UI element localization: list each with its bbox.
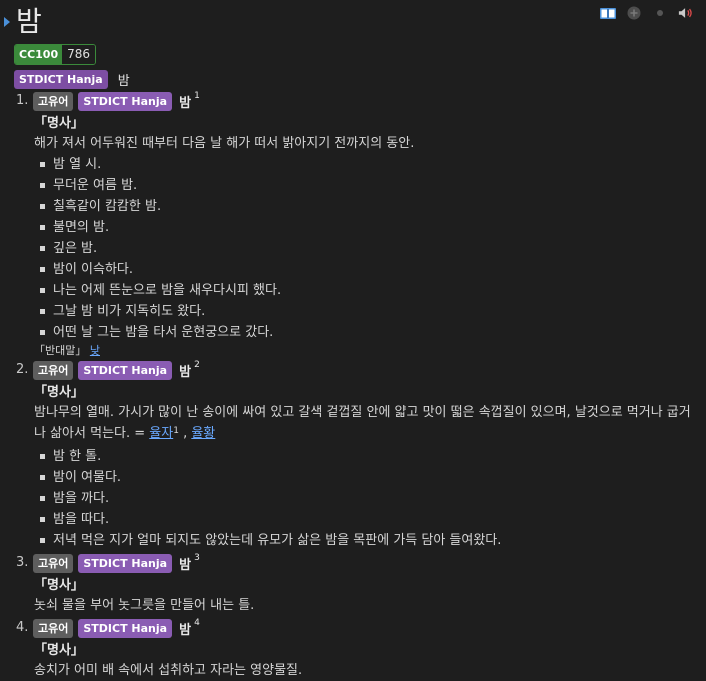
homonym-number: 2 [194, 359, 200, 370]
sense-4: 4. 고유어 STDICT Hanja 밤4 「명사」 송치가 어미 배 속에서… [14, 617, 698, 681]
synonym-sup: 1 [173, 426, 179, 436]
example-item: 밤이 여물다. [40, 467, 698, 488]
antonym-row: 「반대말」 낮 [34, 343, 698, 358]
sense-number: 3. [16, 555, 29, 570]
origin-badge: 고유어 [33, 554, 74, 573]
synonym-link[interactable]: 율황 [191, 426, 215, 441]
toolbar [600, 6, 694, 20]
antonym-label: 「반대말」 [34, 344, 87, 357]
origin-badge: 고유어 [33, 361, 74, 380]
headword: 밤 [4, 4, 42, 40]
part-of-speech: 「명사」 [34, 385, 84, 400]
example-item: 저녁 먹은 지가 얼마 되지도 않았는데 유모가 삶은 밤을 목판에 가득 담아… [40, 530, 698, 551]
book-icon[interactable] [600, 6, 616, 20]
origin-badge: 고유어 [33, 92, 74, 111]
definition: 놋쇠 물을 부어 놋그릇을 만들어 내는 틀. [34, 598, 255, 613]
part-of-speech: 「명사」 [34, 116, 84, 131]
bullet-icon [40, 475, 45, 480]
example-item: 깊은 밤. [40, 238, 698, 259]
bullet-icon [40, 288, 45, 293]
antonym-link[interactable]: 낮 [90, 344, 100, 357]
bullet-icon [40, 246, 45, 251]
sense-number: 1. [16, 93, 29, 108]
source-badge: STDICT Hanja [78, 554, 173, 573]
example-item: 밤 한 톨. [40, 446, 698, 467]
example-item: 밤이 이슥하다. [40, 259, 698, 280]
bullet-icon [40, 538, 45, 543]
sense-number: 2. [16, 362, 29, 377]
sense-header: 고유어 STDICT Hanja 밤4 [33, 617, 698, 638]
headword-text: 밤 [16, 5, 42, 38]
bullet-icon [40, 267, 45, 272]
frequency-source: CC100 [15, 45, 63, 64]
example-item: 그날 밤 비가 지독히도 왔다. [40, 301, 698, 322]
hanja-row: STDICT Hanja 밤 [14, 70, 698, 89]
expand-arrow-icon[interactable] [4, 17, 10, 27]
frequency-tag: CC100 786 [14, 44, 97, 65]
entry-content: CC100 786 STDICT Hanja 밤 1. 고유어 STDICT H… [14, 44, 698, 681]
sense-headword: 밤1 [179, 90, 200, 111]
sense-header: 고유어 STDICT Hanja 밤1 [33, 90, 698, 111]
dot-icon[interactable] [652, 6, 668, 20]
homonym-number: 4 [194, 617, 200, 628]
frequency-value: 786 [62, 45, 96, 64]
example-item: 밤을 따다. [40, 509, 698, 530]
sense-number: 4. [16, 620, 29, 635]
source-badge: STDICT Hanja [78, 619, 173, 638]
synonym-link[interactable]: 율자 [149, 426, 173, 441]
frequency-row: CC100 786 [14, 44, 698, 65]
sense-header: 고유어 STDICT Hanja 밤3 [33, 552, 698, 573]
sense-headword: 밤2 [179, 359, 200, 380]
sense-3: 3. 고유어 STDICT Hanja 밤3 「명사」 놋쇠 물을 부어 놋그릇… [14, 552, 698, 616]
bullet-icon [40, 204, 45, 209]
bullet-icon [40, 183, 45, 188]
bullet-icon [40, 225, 45, 230]
plus-circle-icon[interactable] [626, 6, 642, 20]
example-item: 밤 열 시. [40, 154, 698, 175]
bullet-icon [40, 454, 45, 459]
definition: 밤나무의 열매. 가시가 많이 난 송이에 싸여 있고 갈색 겉껍질 안에 얇고… [34, 405, 691, 441]
example-item: 불면의 밤. [40, 217, 698, 238]
speaker-icon[interactable] [678, 6, 694, 20]
bullet-icon [40, 496, 45, 501]
example-item: 무더운 여름 밤. [40, 175, 698, 196]
sense-header: 고유어 STDICT Hanja 밤2 [33, 359, 698, 380]
example-item: 나는 어제 뜬눈으로 밤을 새우다시피 했다. [40, 280, 698, 301]
definition: 해가 져서 어두워진 때부터 다음 날 해가 떠서 밝아지기 전까지의 동안. [34, 136, 415, 151]
bullet-icon [40, 330, 45, 335]
sense-headword: 밤4 [179, 617, 200, 638]
hanja-source-badge: STDICT Hanja [14, 70, 108, 89]
hanja-text: 밤 [117, 74, 130, 89]
example-list: 밤 한 톨. 밤이 여물다. 밤을 까다. 밤을 따다. 저녁 먹은 지가 얼마… [34, 446, 698, 551]
part-of-speech: 「명사」 [34, 578, 84, 593]
example-item: 어떤 날 그는 밤을 타서 운현궁으로 갔다. [40, 322, 698, 343]
bullet-icon [40, 162, 45, 167]
source-badge: STDICT Hanja [78, 361, 173, 380]
part-of-speech: 「명사」 [34, 643, 84, 658]
sense-headword: 밤3 [179, 552, 200, 573]
example-list: 밤 열 시. 무더운 여름 밤. 칠흑같이 캄캄한 밤. 불면의 밤. 깊은 밤… [34, 154, 698, 343]
bullet-icon [40, 517, 45, 522]
homonym-number: 1 [194, 90, 200, 101]
example-item: 밤을 까다. [40, 488, 698, 509]
sense-2: 2. 고유어 STDICT Hanja 밤2 「명사」 밤나무의 열매. 가시가… [14, 359, 698, 551]
origin-badge: 고유어 [33, 619, 74, 638]
definition: 송치가 어미 배 속에서 섭취하고 자라는 영양물질. [34, 663, 303, 678]
example-item: 칠흑같이 캄캄한 밤. [40, 196, 698, 217]
bullet-icon [40, 309, 45, 314]
sense-1: 1. 고유어 STDICT Hanja 밤1 「명사」 해가 져서 어두워진 때… [14, 90, 698, 358]
synonym-separator: , [178, 426, 192, 441]
homonym-number: 3 [194, 552, 200, 563]
source-badge: STDICT Hanja [78, 92, 173, 111]
